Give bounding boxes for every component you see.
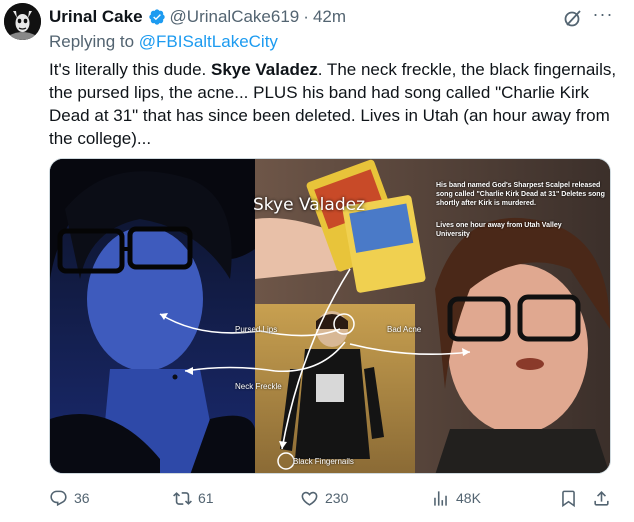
grok-icon[interactable] (563, 8, 583, 28)
avatar[interactable] (4, 3, 41, 40)
views-button[interactable]: 48K (431, 486, 481, 510)
label-neck-freckle: Neck Freckle (235, 382, 282, 391)
reply-context: Replying to @FBISaltLakeCity (49, 32, 278, 52)
media-utah-note: Lives one hour away from Utah Valley Uni… (436, 222, 562, 238)
reply-icon (50, 490, 67, 506)
reply-target-link[interactable]: @FBISaltLakeCity (139, 32, 278, 51)
tweet-header: Urinal Cake @UrinalCake619 · 42m (49, 6, 346, 28)
like-button[interactable]: 230 (300, 486, 348, 510)
media-name-overlay: Skye Valadez (253, 195, 365, 215)
verified-icon (148, 9, 165, 25)
views-icon (434, 490, 447, 506)
more-icon[interactable]: ··· (591, 5, 615, 27)
tweet-text: It's literally this dude. Skye Valadez. … (49, 58, 621, 150)
label-bad-acne: Bad Acne (387, 325, 422, 334)
timestamp[interactable]: 42m (313, 7, 346, 27)
tweet-text-bold-name: Skye Valadez (210, 60, 318, 79)
tweet: Urinal Cake @UrinalCake619 · 42m ··· Rep… (0, 0, 634, 522)
reply-button[interactable]: 36 (49, 486, 90, 510)
like-icon (301, 491, 318, 506)
bookmark-button[interactable] (559, 486, 578, 510)
tweet-text-part1: It's literally this dude. (49, 60, 211, 79)
media-band-note: His band named God's Sharpest Scalpel re… (436, 182, 605, 207)
views-count: 48K (456, 490, 481, 506)
share-button[interactable] (592, 486, 611, 510)
bookmark-icon (562, 490, 575, 507)
retweet-icon (173, 491, 192, 505)
reply-count: 36 (74, 490, 90, 506)
share-icon (594, 490, 609, 506)
display-name[interactable]: Urinal Cake (49, 7, 143, 27)
label-black-fingernails: Black Fingernails (293, 457, 354, 466)
action-bar: 36 61 230 48K (49, 486, 621, 510)
tweet-media[interactable]: Skye Valadez His band named God's Sharpe… (49, 158, 611, 474)
author-handle[interactable]: @UrinalCake619 (170, 7, 300, 27)
label-pursed-lips: Pursed Lips (235, 325, 278, 334)
reply-prefix: Replying to (49, 32, 139, 51)
like-count: 230 (325, 490, 349, 506)
retweet-button[interactable]: 61 (173, 486, 214, 510)
avatar-icon (4, 3, 41, 40)
header-separator: · (303, 7, 309, 26)
retweet-count: 61 (198, 490, 214, 506)
